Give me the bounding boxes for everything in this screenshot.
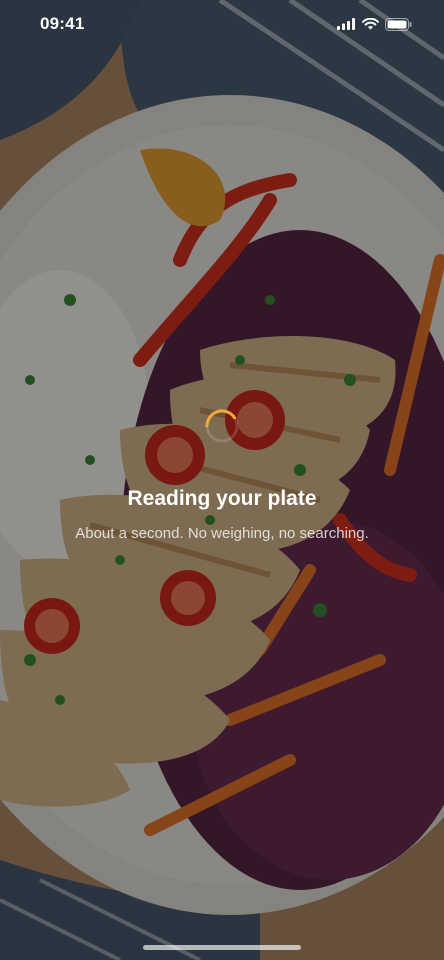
scan-loading-screen: 09:41 Reading your plate About a second.… — [0, 0, 444, 960]
status-bar: 09:41 — [0, 0, 444, 48]
status-time: 09:41 — [40, 14, 85, 33]
loading-subtitle: About a second. No weighing, no searchin… — [75, 525, 369, 542]
status-icons — [337, 17, 412, 31]
wifi-icon — [362, 18, 379, 30]
loading-title: Reading your plate — [127, 487, 317, 510]
loading-spinner — [205, 409, 239, 443]
battery-icon — [385, 17, 412, 31]
home-indicator[interactable] — [143, 945, 301, 950]
loading-panel: Reading your plate About a second. No we… — [0, 408, 444, 542]
signal-icon — [337, 18, 355, 30]
